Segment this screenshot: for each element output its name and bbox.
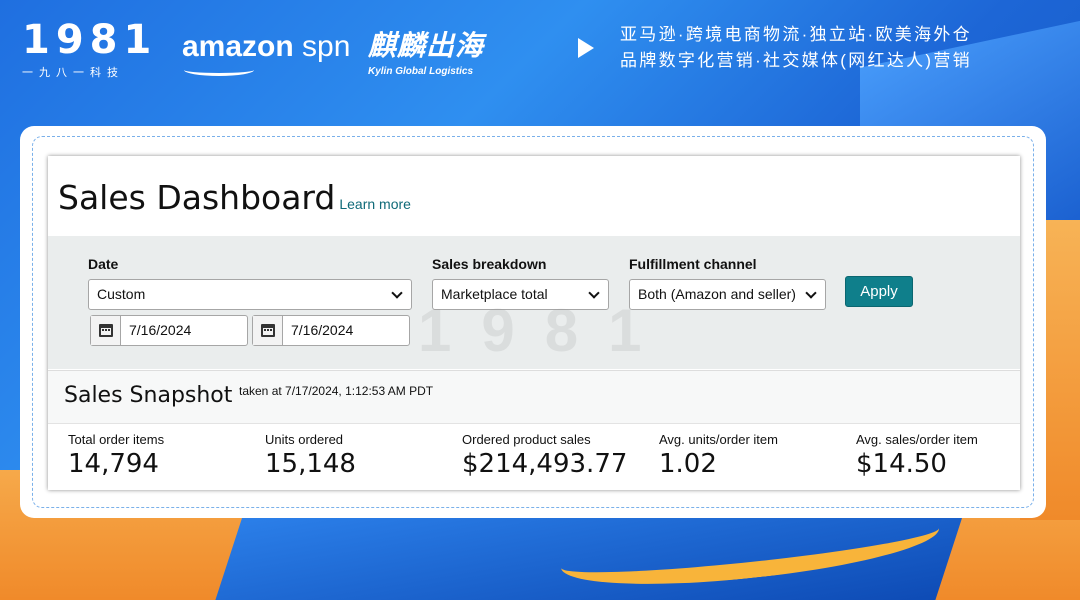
kylin-cn-name: 麒麟出海	[368, 30, 485, 61]
metric-avg-sales-per-order-item: Avg. sales/order item $14.50	[856, 432, 978, 479]
amazon-spn-logo: amazon spn	[182, 30, 351, 76]
title-row: Sales Dashboard Learn more	[58, 178, 411, 217]
chevron-down-icon	[391, 287, 403, 299]
metric-label: Avg. sales/order item	[856, 432, 978, 447]
amazon-smile-icon	[184, 64, 254, 76]
sales-breakdown-select[interactable]: Marketplace total	[432, 279, 609, 310]
tagline-line-1: 亚马逊·跨境电商物流·独立站·欧美海外仓	[620, 25, 972, 44]
calendar-button[interactable]	[91, 316, 121, 345]
date-select[interactable]: Custom	[88, 279, 412, 310]
metric-label: Units ordered	[265, 432, 344, 447]
tagline-line-2: 品牌数字化营销·社交媒体(网红达人)营销	[620, 51, 972, 70]
logo-subtitle: 一九八一科技	[22, 67, 124, 79]
fulfillment-channel-select[interactable]: Both (Amazon and seller)	[629, 279, 826, 310]
sales-breakdown-label: Sales breakdown	[432, 256, 547, 272]
snapshot-timestamp: taken at 7/17/2024, 1:12:53 AM PDT	[239, 384, 434, 398]
calendar-icon	[261, 324, 275, 337]
logo-digits: 1981	[22, 17, 158, 63]
metric-ordered-product-sales: Ordered product sales $214,493.77	[462, 432, 627, 479]
snapshot-title: Sales Snapshot	[64, 383, 233, 408]
metric-value: $14.50	[856, 449, 947, 479]
metric-value: 1.02	[659, 449, 717, 479]
kylin-logo: 麒麟出海 Kylin Global Logistics	[368, 24, 484, 77]
date-from-input[interactable]: 7/16/2024	[90, 315, 248, 346]
metric-units-ordered: Units ordered 15,148	[265, 432, 356, 479]
play-icon	[578, 38, 594, 58]
page-title: Sales Dashboard	[58, 178, 336, 217]
chevron-down-icon	[588, 287, 600, 299]
learn-more-link[interactable]: Learn more	[339, 196, 411, 212]
metric-label: Total order items	[68, 432, 165, 447]
fulfillment-channel-value: Both (Amazon and seller)	[638, 286, 796, 302]
logo-1981: 1981 一九八一科技	[22, 20, 162, 80]
snapshot-header: Sales Snapshot taken at 7/17/2024, 1:12:…	[48, 370, 1020, 424]
spn-word: spn	[302, 30, 351, 63]
calendar-button[interactable]	[253, 316, 283, 345]
calendar-icon	[99, 324, 113, 337]
metric-label: Avg. units/order item	[659, 432, 778, 447]
sales-breakdown-value: Marketplace total	[441, 286, 548, 302]
date-label: Date	[88, 256, 119, 272]
sales-snapshot: Sales Snapshot taken at 7/17/2024, 1:12:…	[48, 370, 1020, 490]
metric-value: $214,493.77	[462, 449, 628, 479]
chevron-down-icon	[805, 287, 817, 299]
metric-avg-units-per-order-item: Avg. units/order item 1.02	[659, 432, 778, 479]
kylin-en-name: Kylin Global Logistics	[368, 66, 474, 77]
date-to-input[interactable]: 7/16/2024	[252, 315, 410, 346]
apply-button[interactable]: Apply	[845, 276, 913, 307]
metric-total-order-items: Total order items 14,794	[68, 432, 164, 479]
sales-dashboard-panel: Sales Dashboard Learn more Date Custom 7…	[48, 156, 1020, 490]
date-select-value: Custom	[97, 286, 146, 302]
header-banner: 1981 一九八一科技 amazon spn 麒麟出海 Kylin Global…	[0, 0, 1080, 100]
date-to-value: 7/16/2024	[291, 322, 354, 338]
tagline: 亚马逊·跨境电商物流·独立站·欧美海外仓 品牌数字化营销·社交媒体(网红达人)营…	[620, 22, 972, 74]
date-from-value: 7/16/2024	[129, 322, 192, 338]
metric-value: 15,148	[265, 449, 356, 479]
metric-label: Ordered product sales	[462, 432, 591, 447]
amazon-word: amazon	[182, 30, 294, 63]
metric-value: 14,794	[68, 449, 159, 479]
fulfillment-channel-label: Fulfillment channel	[629, 256, 757, 272]
